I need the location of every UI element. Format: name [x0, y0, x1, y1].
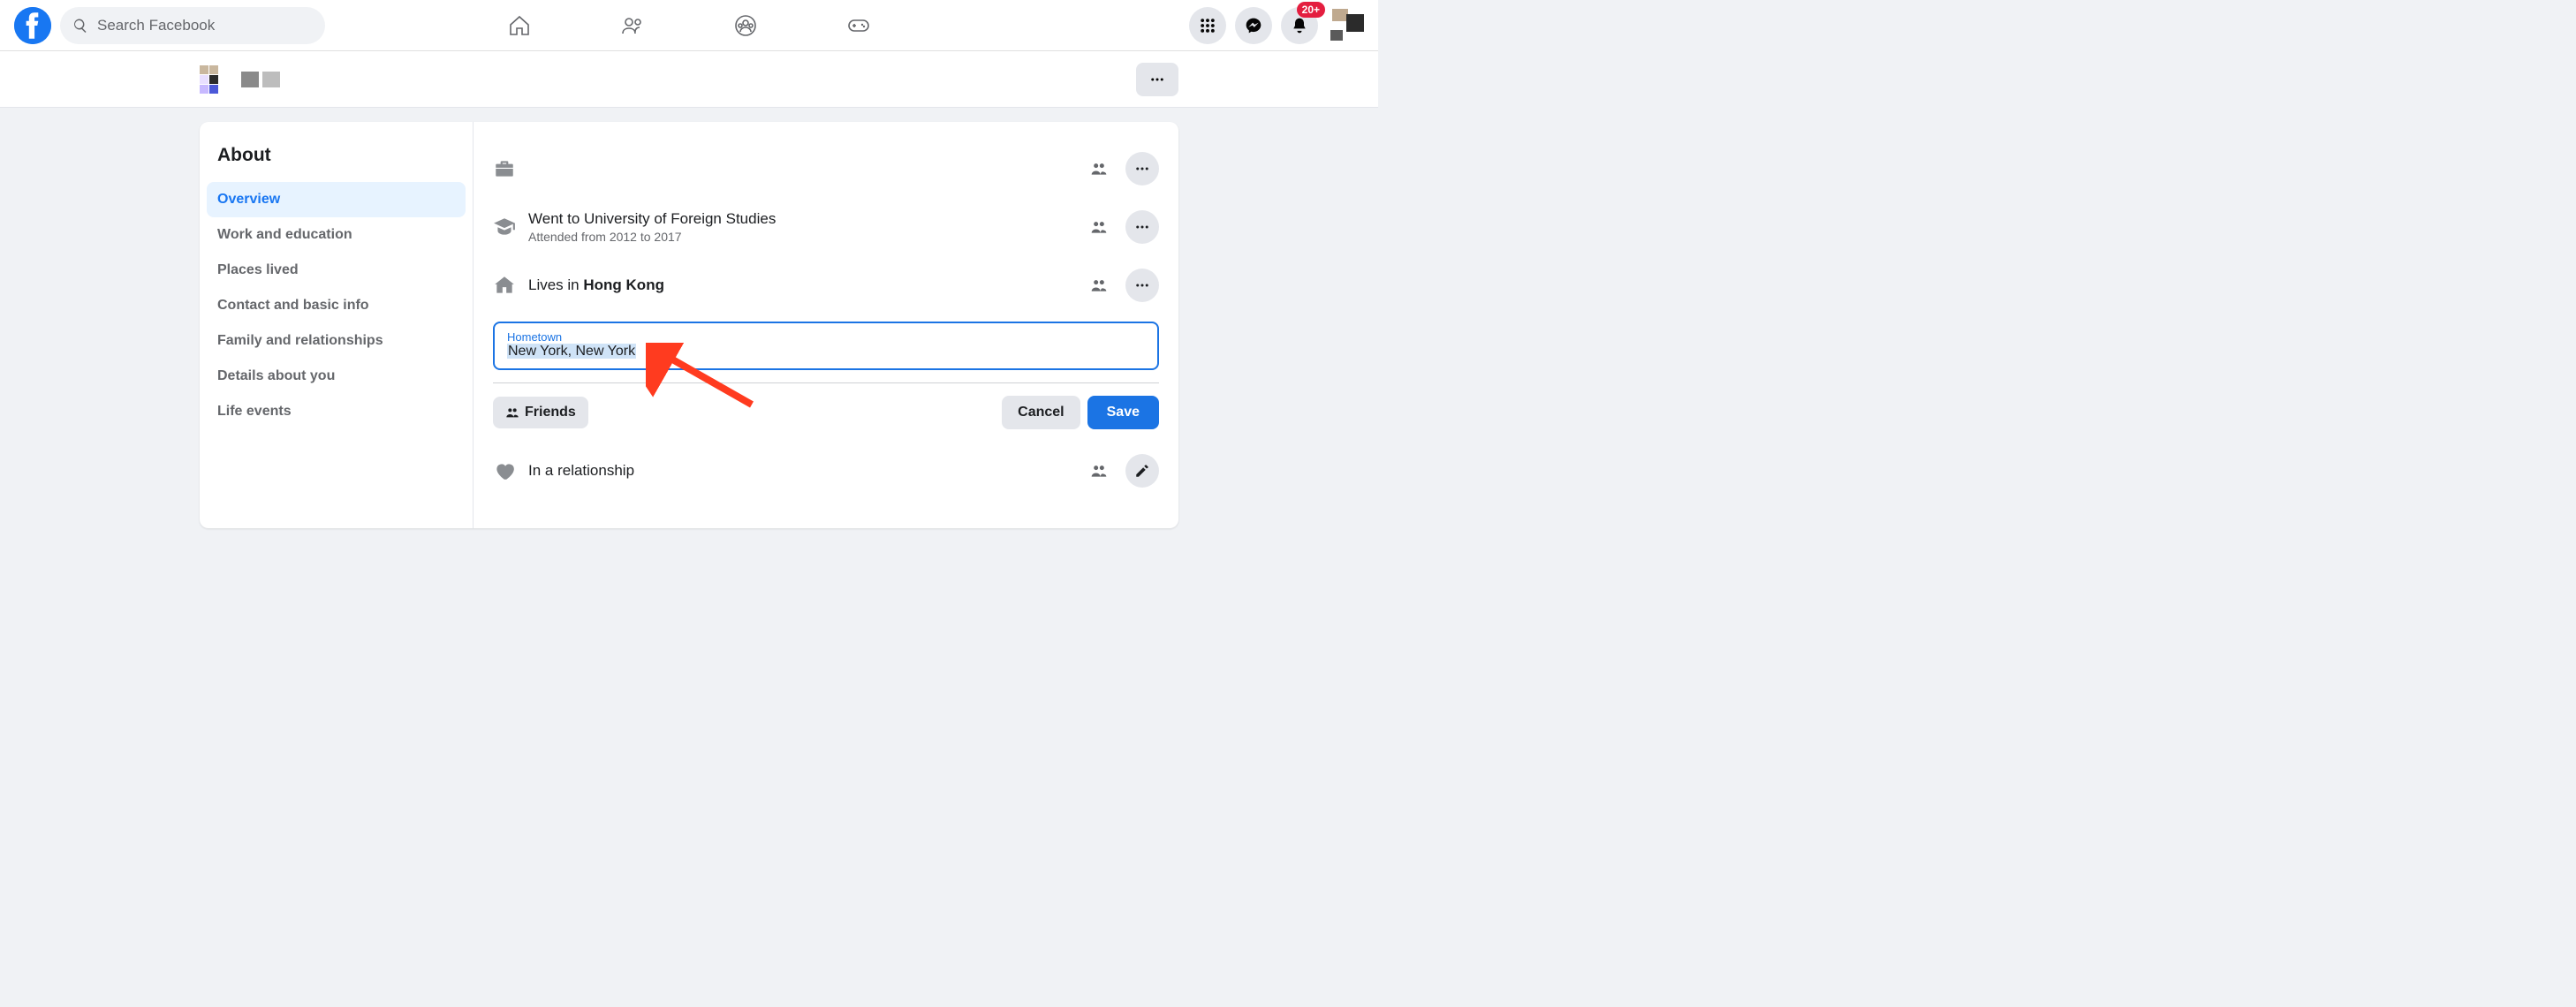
current-city-more-button[interactable] — [1125, 269, 1159, 302]
ellipsis-icon — [1134, 161, 1150, 177]
current-city-text: Lives in Hong Kong — [528, 276, 1078, 294]
top-nav: Search Facebook 20+ — [0, 0, 1378, 51]
cancel-button[interactable]: Cancel — [1002, 396, 1080, 429]
search-placeholder: Search Facebook — [97, 17, 215, 34]
home-icon[interactable] — [507, 13, 532, 38]
audience-friends-icon[interactable] — [1090, 160, 1108, 178]
tab-overview[interactable]: Overview — [207, 182, 466, 217]
education-more-button[interactable] — [1125, 210, 1159, 244]
education-row: Went to University of Foreign Studies At… — [493, 198, 1159, 256]
relationship-edit-button[interactable] — [1125, 454, 1159, 488]
ellipsis-icon — [1134, 277, 1150, 293]
divider — [493, 382, 1159, 383]
audience-friends-icon[interactable] — [1090, 276, 1108, 294]
education-sub: Attended from 2012 to 2017 — [528, 230, 1078, 244]
audience-friends-icon[interactable] — [1090, 462, 1108, 480]
ellipsis-icon — [1134, 219, 1150, 235]
home-filled-icon — [493, 274, 516, 297]
search-input[interactable]: Search Facebook — [60, 7, 325, 44]
work-row — [493, 140, 1159, 198]
graduation-cap-icon — [493, 216, 516, 238]
save-button[interactable]: Save — [1087, 396, 1159, 429]
right-nav: 20+ — [1189, 7, 1364, 44]
audience-friends-icon[interactable] — [1090, 218, 1108, 236]
notifications-button[interactable]: 20+ — [1281, 7, 1318, 44]
relationship-text: In a relationship — [528, 462, 1078, 480]
about-content: Went to University of Foreign Studies At… — [474, 122, 1178, 528]
profile-mini-avatar[interactable] — [200, 64, 306, 95]
tab-contact-basic[interactable]: Contact and basic info — [207, 288, 466, 323]
notifications-badge: 20+ — [1297, 2, 1325, 18]
account-avatar[interactable] — [1327, 7, 1364, 44]
search-icon — [72, 18, 88, 34]
hometown-label: Hometown — [507, 330, 1145, 344]
tab-family-relationships[interactable]: Family and relationships — [207, 323, 466, 359]
friends-icon[interactable] — [620, 13, 645, 38]
hometown-input[interactable]: New York, New York — [507, 344, 1145, 360]
profile-more-button[interactable] — [1136, 63, 1178, 96]
ellipsis-icon — [1149, 72, 1165, 87]
grid-icon — [1199, 17, 1216, 34]
messenger-button[interactable] — [1235, 7, 1272, 44]
friends-icon — [505, 405, 519, 420]
profile-bar — [0, 51, 1378, 108]
briefcase-icon — [493, 157, 516, 180]
bell-icon — [1291, 17, 1308, 34]
work-more-button[interactable] — [1125, 152, 1159, 186]
heart-icon — [493, 459, 516, 482]
tab-life-events[interactable]: Life events — [207, 394, 466, 429]
tab-work-education[interactable]: Work and education — [207, 217, 466, 253]
audience-selector-button[interactable]: Friends — [493, 397, 588, 428]
hometown-field[interactable]: Hometown New York, New York — [493, 322, 1159, 370]
about-sidebar: About Overview Work and education Places… — [200, 122, 474, 528]
facebook-logo[interactable] — [14, 7, 51, 44]
about-title: About — [207, 136, 466, 182]
gaming-icon[interactable] — [846, 13, 871, 38]
relationship-row: In a relationship — [493, 442, 1159, 500]
groups-icon[interactable] — [733, 13, 758, 38]
current-city-row: Lives in Hong Kong — [493, 256, 1159, 314]
menu-button[interactable] — [1189, 7, 1226, 44]
tab-places-lived[interactable]: Places lived — [207, 253, 466, 288]
about-card: About Overview Work and education Places… — [200, 122, 1178, 528]
messenger-icon — [1245, 17, 1262, 34]
education-text: Went to University of Foreign Studies At… — [528, 210, 1078, 244]
tab-details-about-you[interactable]: Details about you — [207, 359, 466, 394]
pencil-icon — [1134, 463, 1150, 479]
hometown-action-bar: Friends Cancel Save — [493, 396, 1159, 429]
center-nav — [507, 13, 871, 38]
